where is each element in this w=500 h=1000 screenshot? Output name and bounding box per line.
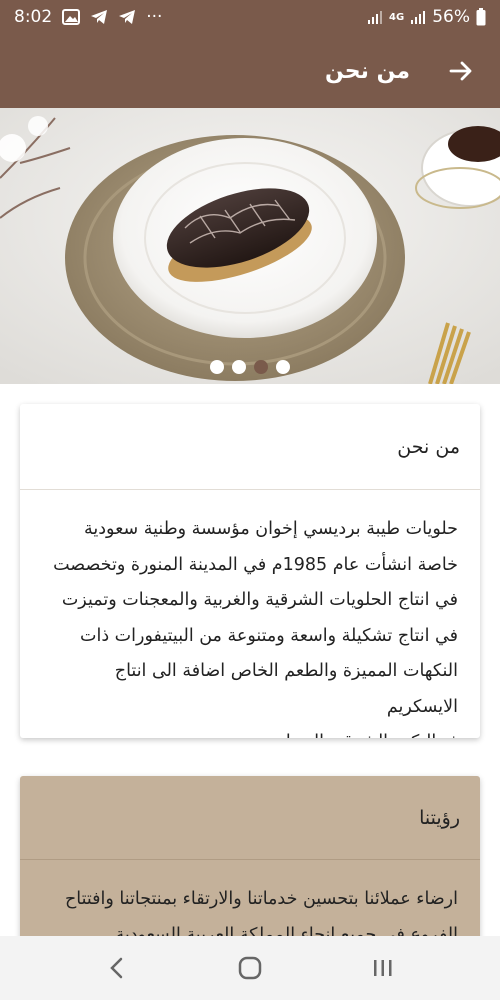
network-type: 4G bbox=[389, 11, 405, 23]
back-button[interactable] bbox=[446, 56, 476, 86]
image-carousel[interactable] bbox=[0, 108, 500, 384]
back-chevron-icon bbox=[109, 957, 122, 979]
eclair-dessert-image bbox=[0, 108, 500, 384]
system-nav-bar bbox=[0, 936, 500, 1000]
about-card-text: حلويات طيبة برديسي إخوان مؤسسة وطنية سعو… bbox=[20, 490, 480, 738]
signal-icon bbox=[410, 9, 426, 25]
battery-percent: 56% bbox=[432, 7, 470, 27]
page-title: من نحن bbox=[325, 58, 410, 84]
more-notifications-icon: ··· bbox=[146, 7, 163, 27]
about-line: ذو النكهة الشرقية الحجازية. bbox=[42, 725, 458, 738]
home-icon bbox=[238, 956, 262, 980]
carousel-dot[interactable] bbox=[232, 360, 246, 374]
nav-home-button[interactable] bbox=[220, 943, 280, 993]
gallery-icon bbox=[62, 9, 81, 25]
status-bar: 8:02 ··· 4G 56% bbox=[0, 0, 500, 34]
nav-recents-button[interactable] bbox=[353, 943, 413, 993]
about-line: في انتاج تشكيلة واسعة ومتنوعة من البيتيف… bbox=[79, 625, 458, 646]
vision-card-title: رؤيتنا bbox=[20, 776, 480, 860]
telegram-icon bbox=[118, 9, 136, 25]
carousel-dot[interactable] bbox=[254, 360, 268, 374]
carousel-dot[interactable] bbox=[210, 360, 224, 374]
recents-icon bbox=[374, 960, 392, 976]
about-card: من نحن حلويات طيبة برديسي إخوان مؤسسة وط… bbox=[20, 404, 480, 738]
telegram-icon bbox=[90, 9, 108, 25]
carousel-indicators bbox=[0, 360, 500, 374]
status-time: 8:02 bbox=[14, 7, 53, 27]
about-line: في انتاج الحلويات الشرقية والغربية والمع… bbox=[61, 590, 458, 610]
arrow-right-icon bbox=[449, 61, 472, 81]
signal-icon bbox=[367, 9, 383, 25]
about-card-title: من نحن bbox=[20, 404, 480, 490]
about-line: خاصة انشأت عام 1985م في المدينة المنورة … bbox=[53, 554, 458, 575]
app-bar: من نحن bbox=[0, 34, 500, 108]
battery-icon bbox=[476, 8, 486, 26]
about-line: حلويات طيبة برديسي إخوان مؤسسة وطنية سعو… bbox=[84, 519, 458, 539]
vision-line: ارضاء عملائنا بتحسين خدماتنا والارتقاء ب… bbox=[64, 889, 458, 909]
nav-back-button[interactable] bbox=[87, 943, 147, 993]
about-line: النكهات المميزة والطعم الخاص اضافة الى ا… bbox=[114, 661, 458, 717]
carousel-dot[interactable] bbox=[276, 360, 290, 374]
